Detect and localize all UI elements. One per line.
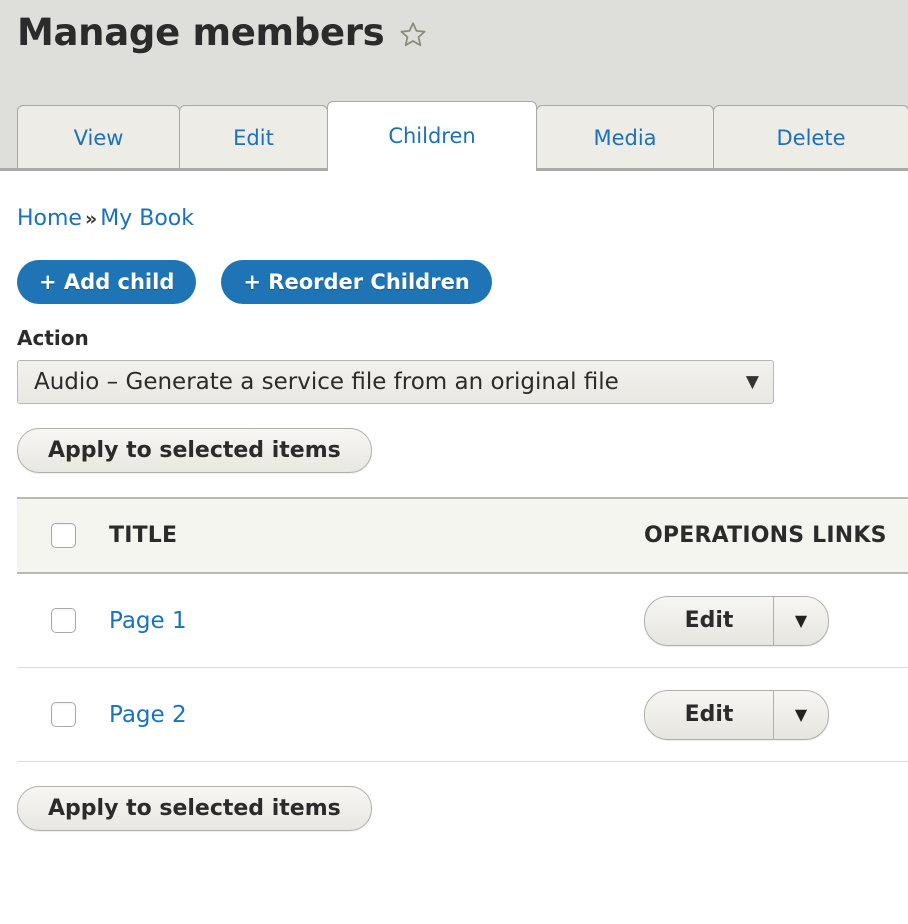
page-title: Manage members xyxy=(17,10,385,54)
apply-to-selected-items-button-bottom[interactable]: Apply to selected items xyxy=(17,786,372,831)
main-content: Home» My Book + Add child + Reorder Child… xyxy=(0,171,908,831)
operations-dropbutton: Edit ▼ xyxy=(644,595,829,646)
tab-view[interactable]: View xyxy=(17,105,180,169)
select-all-checkbox[interactable] xyxy=(50,523,76,548)
dropbutton-toggle-icon[interactable]: ▼ xyxy=(773,690,828,739)
row-title-link[interactable]: Page 2 xyxy=(109,702,187,728)
primary-tabs: View Edit Children Media Delete xyxy=(17,101,908,172)
action-select-value: Audio – Generate a service file from an … xyxy=(34,369,619,395)
tab-delete[interactable]: Delete xyxy=(713,105,908,169)
action-select[interactable]: Audio – Generate a service file from an … xyxy=(17,360,774,404)
row-checkbox[interactable] xyxy=(50,702,76,727)
row-checkbox[interactable] xyxy=(50,608,76,633)
row-select-cell xyxy=(17,702,95,727)
edit-button[interactable]: Edit xyxy=(645,691,773,739)
apply-to-selected-items-button-top[interactable]: Apply to selected items xyxy=(17,428,372,473)
row-title-cell: Page 1 xyxy=(95,608,626,634)
edit-button[interactable]: Edit xyxy=(645,597,773,645)
star-outline-icon[interactable] xyxy=(398,20,428,49)
row-operations-cell: Edit ▼ xyxy=(626,595,908,646)
tab-delete-label: Delete xyxy=(776,125,846,150)
table-header-row: TITLE OPERATIONS LINKS xyxy=(17,499,908,574)
children-table: TITLE OPERATIONS LINKS Page 1 Edit ▼ Pag… xyxy=(17,497,908,762)
reorder-children-button[interactable]: + Reorder Children xyxy=(221,260,492,304)
tab-children[interactable]: Children xyxy=(327,101,537,172)
column-header-operations-cell: OPERATIONS LINKS xyxy=(626,523,908,548)
tab-media-label: Media xyxy=(593,125,657,150)
tab-edit[interactable]: Edit xyxy=(179,105,328,169)
tab-media[interactable]: Media xyxy=(536,105,714,169)
add-child-button[interactable]: + Add child xyxy=(17,260,197,304)
select-all-cell xyxy=(17,523,95,548)
table-row: Page 1 Edit ▼ xyxy=(17,574,908,668)
breadcrumb-item-my-book[interactable]: My Book xyxy=(100,206,194,231)
operations-dropbutton: Edit ▼ xyxy=(644,689,829,740)
breadcrumb-item-home[interactable]: Home xyxy=(17,206,82,231)
action-label: Action xyxy=(17,326,89,350)
row-select-cell xyxy=(17,608,95,633)
breadcrumb-separator: » xyxy=(84,208,98,230)
page-header: Manage members View Edit Children Media … xyxy=(0,0,908,172)
table-row: Page 2 Edit ▼ xyxy=(17,668,908,762)
column-header-title-cell: TITLE xyxy=(95,523,626,548)
column-header-title: TITLE xyxy=(109,523,178,548)
action-buttons: + Add child + Reorder Children xyxy=(17,260,908,304)
chevron-down-icon: ▼ xyxy=(745,371,759,392)
page-title-row: Manage members xyxy=(0,0,908,52)
row-operations-cell: Edit ▼ xyxy=(626,689,908,740)
row-title-cell: Page 2 xyxy=(95,702,626,728)
tab-children-label: Children xyxy=(388,123,476,148)
breadcrumb: Home» My Book xyxy=(17,171,908,230)
row-title-link[interactable]: Page 1 xyxy=(109,608,187,634)
column-header-operations-links: OPERATIONS LINKS xyxy=(644,523,887,548)
tab-view-label: View xyxy=(73,125,124,150)
tab-edit-label: Edit xyxy=(233,125,274,150)
dropbutton-toggle-icon[interactable]: ▼ xyxy=(773,596,828,645)
